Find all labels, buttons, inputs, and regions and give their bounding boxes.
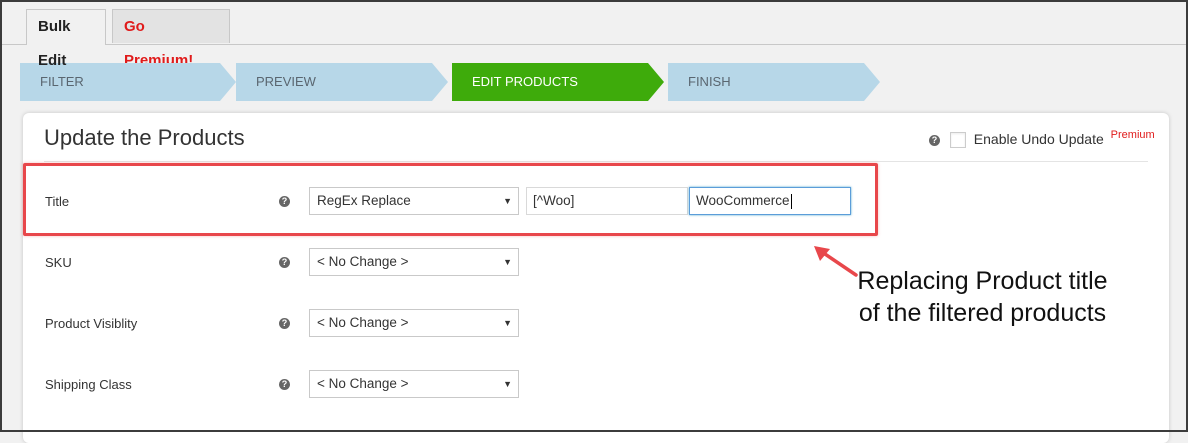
help-icon[interactable]: ? [279,257,290,268]
field-label-product-visibility: Product Visiblity [45,316,138,331]
undo-update-label: Enable Undo Update [973,131,1104,147]
field-label-sku: SKU [45,255,72,270]
step-preview[interactable]: PREVIEW [236,63,448,101]
select-value: < No Change > [317,254,409,269]
step-finish[interactable]: FINISH [668,63,880,101]
help-icon[interactable]: ? [279,379,290,390]
dropdown-caret-icon: ▼ [503,318,512,328]
help-icon[interactable]: ? [929,134,940,146]
tab-bulk-edit[interactable]: Bulk Edit [26,9,106,69]
undo-update-checkbox[interactable] [949,132,966,149]
panel-title: Update the Products [44,125,245,150]
undo-update-option: ? Enable Undo Update Premium [929,129,1155,149]
title-row-highlight-box [23,163,878,236]
help-icon[interactable]: ? [279,318,290,329]
premium-badge[interactable]: Premium [1111,129,1155,141]
dropdown-caret-icon: ▼ [503,379,512,389]
product-visibility-select[interactable]: < No Change > ▼ [309,309,519,337]
sku-action-select[interactable]: < No Change > ▼ [309,248,519,276]
tab-bar: Bulk Edit Go Premium! [0,0,1188,69]
wizard-steps: FILTER PREVIEW EDIT PRODUCTS FINISH [20,63,900,101]
select-value: < No Change > [317,315,409,330]
tab-go-premium[interactable]: Go Premium! [112,9,230,69]
shipping-class-select[interactable]: < No Change > ▼ [309,370,519,398]
select-value: < No Change > [317,376,409,391]
step-edit-products[interactable]: EDIT PRODUCTS [452,63,664,101]
field-label-shipping-class: Shipping Class [45,377,132,392]
field-row-shipping-class: Shipping Class ? < No Change > ▼ [23,370,1169,400]
annotation-callout: Replacing Product title of the filtered … [857,267,1108,327]
dropdown-caret-icon: ▼ [503,257,512,267]
panel-divider [44,161,1148,162]
